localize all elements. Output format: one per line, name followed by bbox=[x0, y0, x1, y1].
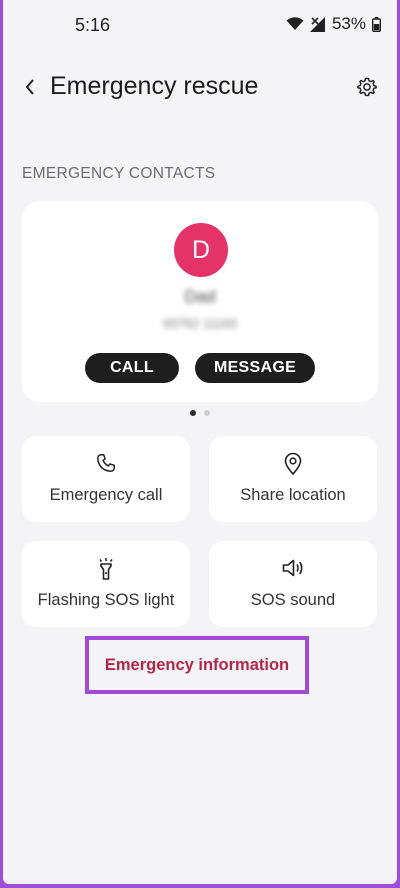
battery-percent: 53% bbox=[331, 14, 366, 33]
emergency-information-label: Emergency information bbox=[104, 655, 290, 674]
avatar-initial: D bbox=[191, 235, 211, 264]
back-arrow-icon bbox=[25, 79, 34, 95]
page-indicator bbox=[3, 410, 397, 416]
flashlight-icon bbox=[22, 557, 190, 581]
contact-card: D Dad 93762 11193 CALL MESSAGE bbox=[22, 201, 378, 402]
tile-label: Flashing SOS light bbox=[37, 591, 175, 609]
header: Emergency rescue bbox=[3, 60, 397, 116]
call-button[interactable]: CALL bbox=[85, 353, 179, 383]
wifi-icon bbox=[286, 17, 304, 31]
section-label-emergency-contacts: EMERGENCY CONTACTS bbox=[22, 165, 216, 182]
battery-icon bbox=[372, 16, 381, 32]
flashing-sos-light-tile[interactable]: Flashing SOS light bbox=[22, 541, 190, 627]
avatar: D bbox=[174, 223, 228, 277]
message-button[interactable]: MESSAGE bbox=[195, 353, 315, 383]
contact-number: 93762 11193 bbox=[163, 316, 237, 331]
tile-label: SOS sound bbox=[250, 591, 336, 609]
page-title: Emergency rescue bbox=[50, 72, 259, 100]
emergency-information-link[interactable]: Emergency information bbox=[85, 636, 309, 694]
location-pin-icon bbox=[209, 452, 377, 476]
status-icons: 53% bbox=[286, 14, 381, 34]
back-button[interactable] bbox=[15, 72, 45, 102]
phone-screen: 5:16 53% Emergency rescue EMERGENCY CONT… bbox=[3, 0, 397, 884]
tile-label: Share location bbox=[240, 486, 346, 504]
sos-sound-tile[interactable]: SOS sound bbox=[209, 541, 377, 627]
phone-icon bbox=[22, 452, 190, 474]
page-dot-active bbox=[190, 410, 196, 416]
settings-button[interactable] bbox=[351, 71, 383, 103]
speaker-icon bbox=[209, 557, 377, 579]
message-button-label: MESSAGE bbox=[213, 359, 297, 376]
status-bar: 5:16 53% bbox=[3, 0, 397, 50]
status-time: 5:16 bbox=[75, 15, 111, 35]
contact-name: Dad bbox=[184, 287, 216, 306]
signal-icon bbox=[309, 16, 326, 32]
page-dot bbox=[204, 410, 210, 416]
tile-label: Emergency call bbox=[49, 486, 163, 504]
share-location-tile[interactable]: Share location bbox=[209, 436, 377, 522]
gear-icon bbox=[357, 77, 377, 97]
emergency-call-tile[interactable]: Emergency call bbox=[22, 436, 190, 522]
call-button-label: CALL bbox=[110, 359, 154, 376]
